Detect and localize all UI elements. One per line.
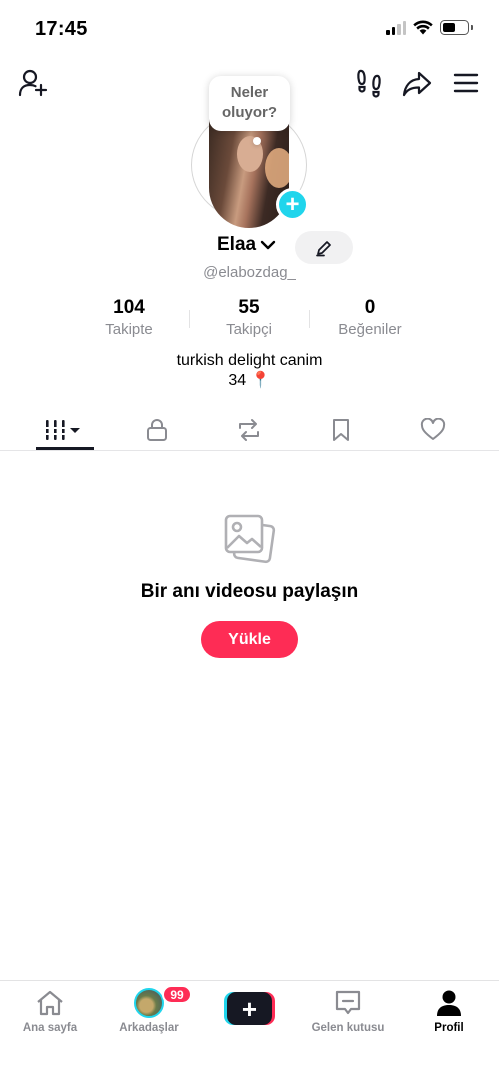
status-icons [386, 20, 473, 35]
stat-divider [309, 310, 310, 328]
active-tab-indicator [36, 447, 94, 450]
stat-divider [189, 310, 190, 328]
tab-reposts[interactable] [219, 414, 279, 446]
status-bubble[interactable]: Neler oluyor? [209, 76, 290, 131]
add-story-button[interactable]: + [276, 188, 309, 221]
bio-line: turkish delight canim [176, 352, 323, 369]
stat-followers[interactable]: 55 Takipçi [194, 297, 304, 338]
nav-inbox[interactable]: Gelen kutusu [303, 989, 393, 1034]
followers-count: 55 [238, 297, 260, 318]
profile-icon [437, 990, 461, 1016]
nav-inbox-label: Gelen kutusu [311, 1022, 385, 1034]
chevron-down-icon [260, 240, 276, 250]
following-label: Takipte [105, 321, 153, 338]
edit-profile-button[interactable] [295, 231, 353, 264]
nav-friends[interactable]: 99 Arkadaşlar [104, 985, 194, 1034]
menu-icon[interactable] [453, 68, 479, 98]
likes-count: 0 [364, 297, 376, 318]
following-count: 104 [113, 297, 145, 318]
friends-avatar [134, 988, 164, 1018]
profile-bio: turkish delight canim 34 📍 [0, 351, 499, 391]
notification-badge: 99 [162, 985, 192, 1004]
lock-icon [147, 419, 167, 441]
account-switcher[interactable]: Elaa [217, 234, 276, 256]
inbox-icon [335, 990, 361, 1015]
stat-following[interactable]: 104 Takipte [74, 297, 184, 338]
stat-likes[interactable]: 0 Beğeniler [315, 297, 425, 338]
profile-username: @elabozdag_ [203, 264, 296, 281]
followers-label: Takipçi [226, 321, 272, 338]
upload-button[interactable]: Yükle [201, 621, 298, 658]
plus-icon: + [227, 992, 272, 1025]
wifi-icon [413, 20, 433, 35]
nav-profile-label: Profil [434, 1022, 464, 1034]
footprints-icon[interactable] [356, 68, 382, 98]
tab-videos[interactable] [33, 414, 93, 446]
nav-home-label: Ana sayfa [22, 1022, 78, 1034]
pencil-icon [316, 240, 331, 256]
nav-friends-label: Arkadaşlar [119, 1022, 179, 1034]
share-icon[interactable] [402, 68, 432, 98]
home-icon [37, 990, 63, 1016]
bio-line: 34 📍 [228, 372, 271, 389]
empty-state-title: Bir anı videosu paylaşın [140, 581, 359, 602]
nav-profile[interactable]: Profil [404, 989, 494, 1034]
repost-icon [239, 419, 259, 441]
heart-icon [420, 418, 446, 440]
tab-private[interactable] [127, 414, 187, 446]
videos-grid-icon [43, 420, 80, 440]
bubble-tail [253, 137, 261, 145]
create-button[interactable]: + [224, 992, 275, 1025]
photos-icon [224, 514, 276, 564]
likes-label: Beğeniler [338, 321, 402, 338]
tab-liked[interactable] [403, 414, 463, 446]
bookmark-icon [333, 419, 349, 441]
profile-name: Elaa [217, 234, 257, 255]
status-bar: 17:45 [0, 0, 499, 58]
cellular-signal-icon [386, 20, 406, 35]
battery-icon [440, 20, 473, 35]
nav-home[interactable]: Ana sayfa [5, 989, 95, 1034]
tab-saved[interactable] [311, 414, 371, 446]
add-friend-icon[interactable] [18, 68, 48, 98]
profile-tabs [0, 410, 499, 451]
status-time: 17:45 [35, 18, 88, 40]
